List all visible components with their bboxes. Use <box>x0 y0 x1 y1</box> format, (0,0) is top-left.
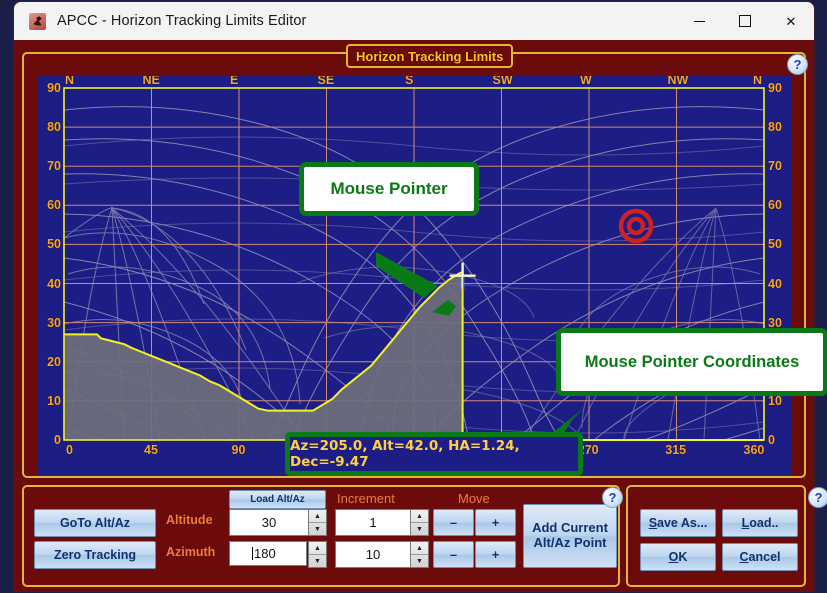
ok-rest: K <box>678 550 688 564</box>
y-tick-left-60: 60 <box>47 198 61 213</box>
y-tick-right-0: 0 <box>768 433 775 447</box>
add-point-line1: Add Current <box>532 520 608 536</box>
zero-tracking-button[interactable]: Zero Tracking <box>34 541 156 569</box>
callout-mouse-pointer: Mouse Pointer <box>299 162 479 216</box>
window-controls: ✕ <box>676 2 814 40</box>
y-tick-left-10: 10 <box>47 393 61 408</box>
increment-azimuth-stepper-down[interactable]: ▼ <box>411 555 428 567</box>
save-as-accel: S <box>648 516 658 530</box>
azimuth-input[interactable]: 180 <box>229 541 307 566</box>
move-altitude-plus-button[interactable]: + <box>475 509 516 536</box>
increment-altitude-input[interactable]: 1 <box>335 509 411 536</box>
y-tick-right-80: 80 <box>768 120 782 135</box>
x-tick-90: 90 <box>231 443 246 457</box>
x-tick-0: 0 <box>66 443 73 457</box>
azimuth-stepper[interactable]: ▲ ▼ <box>308 541 327 568</box>
ok-accel: O <box>668 550 679 564</box>
compass-label-s-4: S <box>405 76 414 87</box>
altitude-stepper-down[interactable]: ▼ <box>309 523 326 535</box>
altitude-label: Altitude <box>166 513 213 527</box>
compass-label-se-3: SE <box>317 76 335 87</box>
azimuth-stepper-up[interactable]: ▲ <box>309 542 326 555</box>
azimuth-stepper-down[interactable]: ▼ <box>309 555 326 567</box>
close-button[interactable]: ✕ <box>768 2 814 40</box>
close-icon: ✕ <box>785 13 797 29</box>
target-marker <box>618 208 654 244</box>
cancel-rest: ancel <box>748 550 781 564</box>
horizon-plot[interactable]: NNEESESSWWNWN 0102030405060708090 010203… <box>37 76 791 476</box>
y-tick-left-0: 0 <box>54 433 61 447</box>
add-current-altaz-point-button[interactable]: Add Current Alt/Az Point <box>523 504 617 568</box>
maximize-button[interactable] <box>722 2 768 40</box>
altitude-stepper-up[interactable]: ▲ <box>309 510 326 523</box>
minimize-button[interactable] <box>676 2 722 40</box>
increment-azimuth-input[interactable]: 10 <box>335 541 411 568</box>
y-tick-left-20: 20 <box>47 354 61 369</box>
compass-label-n-8: N <box>753 76 763 87</box>
x-tick-315: 315 <box>665 443 687 457</box>
ok-button[interactable]: OK <box>640 543 716 571</box>
move-altitude-minus-button[interactable]: – <box>433 509 474 536</box>
y-tick-left-80: 80 <box>47 120 61 135</box>
x-tick-45: 45 <box>144 443 158 457</box>
cancel-accel: C <box>739 550 749 564</box>
load-altaz-button[interactable]: Load Alt/Az <box>229 490 326 509</box>
compass-label-e-2: E <box>230 76 239 87</box>
help-icon-chart[interactable]: ? <box>787 54 808 75</box>
load-rest: oad.. <box>749 516 779 530</box>
help-icon-controls[interactable]: ? <box>602 487 623 508</box>
compass-label-ne-1: NE <box>142 76 160 87</box>
y-tick-left-70: 70 <box>47 159 61 174</box>
save-as-rest: ave As... <box>657 516 708 530</box>
text-caret <box>252 547 253 560</box>
window-title: APCC - Horizon Tracking Limits Editor <box>57 13 307 29</box>
altitude-stepper[interactable]: ▲ ▼ <box>308 509 327 536</box>
actions-panel: Save As... Load.. OK Cancel <box>626 485 806 587</box>
chart-group-frame: NNEESESSWWNWN 0102030405060708090 010203… <box>22 52 806 478</box>
increment-altitude-stepper-up[interactable]: ▲ <box>411 510 428 523</box>
title-bar: APCC - Horizon Tracking Limits Editor ✕ <box>14 2 814 40</box>
increment-azimuth-stepper-up[interactable]: ▲ <box>411 542 428 555</box>
increment-altitude-stepper[interactable]: ▲ ▼ <box>410 509 429 536</box>
compass-label-w-6: W <box>580 76 592 87</box>
application-window: APCC - Horizon Tracking Limits Editor ✕ … <box>14 2 827 591</box>
y-tick-left-90: 90 <box>47 81 61 95</box>
cancel-button[interactable]: Cancel <box>722 543 798 571</box>
y-tick-right-60: 60 <box>768 198 782 213</box>
azimuth-input-value: 180 <box>254 546 276 561</box>
increment-azimuth-stepper[interactable]: ▲ ▼ <box>410 541 429 568</box>
coordinates-readout: Az=205.0, Alt=42.0, HA=1.24, Dec=-9.47 <box>285 432 583 476</box>
chart-group-title: Horizon Tracking Limits <box>346 44 514 68</box>
y-tick-right-70: 70 <box>768 159 782 174</box>
add-point-line2: Alt/Az Point <box>533 535 607 550</box>
altitude-input[interactable]: 30 <box>229 509 309 536</box>
move-azimuth-minus-button[interactable]: – <box>433 541 474 568</box>
azimuth-label: Azimuth <box>166 545 216 559</box>
load-button[interactable]: Load.. <box>722 509 798 537</box>
goto-altaz-button[interactable]: GoTo Alt/Az <box>34 509 156 537</box>
y-tick-left-30: 30 <box>47 315 61 330</box>
compass-label-n-0: N <box>65 76 75 87</box>
y-tick-right-90: 90 <box>768 81 782 95</box>
controls-panel: GoTo Alt/Az Zero Tracking Altitude Azimu… <box>22 485 620 587</box>
increment-altitude-stepper-down[interactable]: ▼ <box>411 523 428 535</box>
compass-label-sw-5: SW <box>492 76 513 87</box>
compass-label-nw-7: NW <box>667 76 689 87</box>
x-tick-360: 360 <box>743 443 765 457</box>
app-icon <box>29 12 46 30</box>
y-tick-left-40: 40 <box>47 276 61 291</box>
move-azimuth-plus-button[interactable]: + <box>475 541 516 568</box>
increment-label: Increment <box>337 491 395 506</box>
save-as-button[interactable]: Save As... <box>640 509 716 537</box>
y-tick-right-50: 50 <box>768 237 782 252</box>
move-label: Move <box>458 491 490 506</box>
y-tick-right-40: 40 <box>768 276 782 291</box>
help-icon-actions[interactable]: ? <box>808 487 827 508</box>
y-tick-left-50: 50 <box>47 237 61 252</box>
plot-canvas <box>63 87 765 441</box>
callout-mouse-pointer-coordinates: Mouse Pointer Coordinates <box>556 328 827 396</box>
